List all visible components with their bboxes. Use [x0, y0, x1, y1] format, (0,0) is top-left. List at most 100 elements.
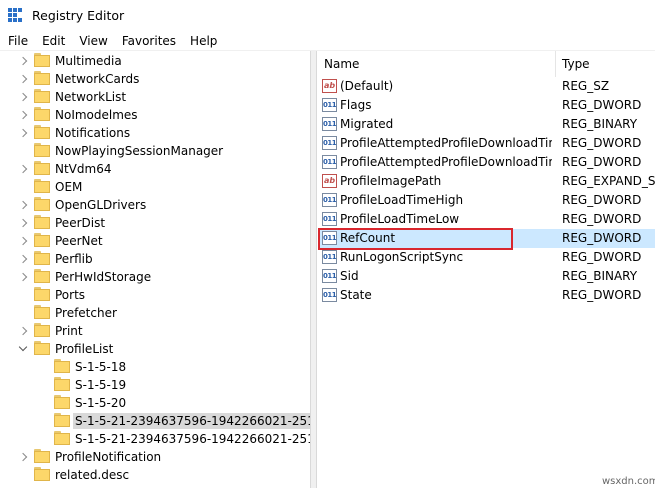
- value-row[interactable]: 011 ProfileAttemptedProfileDownloadTim...…: [318, 153, 655, 172]
- tree-item[interactable]: Ports: [0, 286, 310, 304]
- value-type: REG_SZ: [562, 79, 610, 93]
- registry-key-tree[interactable]: Multimedia NetworkCards NetworkList NoImode…: [0, 51, 311, 488]
- folder-icon: [34, 143, 50, 157]
- tree-item[interactable]: PerHwIdStorage: [0, 268, 310, 286]
- tree-item[interactable]: NoImodelmes: [0, 106, 310, 124]
- chevron-right-icon[interactable]: [18, 74, 28, 84]
- value-name: State: [340, 288, 372, 302]
- chevron-right-icon[interactable]: [18, 92, 28, 102]
- folder-icon: [54, 359, 70, 373]
- tree-item-label: PeerNet: [55, 234, 103, 248]
- folder-icon: [34, 107, 50, 121]
- menu-view[interactable]: View: [72, 31, 114, 51]
- tree-item-label: ProfileNotification: [55, 450, 162, 464]
- tree-item[interactable]: ProfileNotification: [0, 448, 310, 466]
- chevron-right-icon[interactable]: [18, 218, 28, 228]
- value-name: ProfileImagePath: [340, 174, 442, 188]
- menu-favorites[interactable]: Favorites: [115, 31, 183, 51]
- menu-edit[interactable]: Edit: [35, 31, 72, 51]
- tree-item[interactable]: Notifications: [0, 124, 310, 142]
- tree-item-label: PeerDist: [55, 216, 106, 230]
- string-value-icon: ab: [322, 79, 337, 93]
- title-bar: Registry Editor: [0, 0, 655, 31]
- column-header-type[interactable]: Type: [556, 51, 655, 77]
- value-row[interactable]: ab (Default) REG_SZ: [318, 77, 655, 96]
- pane-splitter[interactable]: [311, 51, 317, 488]
- annotation-highlight-box: [318, 228, 513, 250]
- value-name: Sid: [340, 269, 359, 283]
- chevron-right-icon[interactable]: [18, 452, 28, 462]
- folder-icon: [34, 341, 50, 355]
- tree-item[interactable]: S-1-5-21-2394637596-1942266021-2517166: [0, 430, 310, 448]
- value-row[interactable]: 011 ProfileLoadTimeHigh REG_DWORD: [318, 191, 655, 210]
- value-type: REG_DWORD: [562, 212, 642, 226]
- tree-item-label: S-1-5-21-2394637596-1942266021-2517166: [73, 413, 310, 429]
- chevron-right-icon[interactable]: [18, 326, 28, 336]
- tree-item-label: OEM: [55, 180, 83, 194]
- chevron-right-icon[interactable]: [18, 164, 28, 174]
- tree-item[interactable]: S-1-5-20: [0, 394, 310, 412]
- folder-icon: [34, 197, 50, 211]
- tree-item[interactable]: NtVdm64: [0, 160, 310, 178]
- value-row[interactable]: ab ProfileImagePath REG_EXPAND_SZ: [318, 172, 655, 191]
- value-row[interactable]: 011 RunLogonScriptSync REG_DWORD: [318, 248, 655, 267]
- folder-icon: [34, 233, 50, 247]
- chevron-right-icon[interactable]: [18, 254, 28, 264]
- value-row[interactable]: 011 Migrated REG_BINARY: [318, 115, 655, 134]
- binary-value-icon: 011: [322, 136, 337, 150]
- value-name: ProfileLoadTimeLow: [340, 212, 460, 226]
- value-row[interactable]: 011 ProfileLoadTimeLow REG_DWORD: [318, 210, 655, 229]
- chevron-right-icon[interactable]: [18, 110, 28, 120]
- tree-item[interactable]: Prefetcher: [0, 304, 310, 322]
- tree-item[interactable]: Print: [0, 322, 310, 340]
- tree-item[interactable]: NetworkCards: [0, 70, 310, 88]
- value-type: REG_DWORD: [562, 288, 642, 302]
- registry-value-list[interactable]: Name Type ab (Default) REG_SZ 011 Flags REG_D…: [318, 51, 655, 488]
- watermark: wsxdn.com: [602, 476, 655, 487]
- tree-item-label: PerHwIdStorage: [55, 270, 152, 284]
- tree-item[interactable]: OpenGLDrivers: [0, 196, 310, 214]
- value-name: ProfileLoadTimeHigh: [340, 193, 464, 207]
- tree-item[interactable]: PeerDist: [0, 214, 310, 232]
- tree-item[interactable]: NetworkList: [0, 88, 310, 106]
- chevron-right-icon[interactable]: [18, 272, 28, 282]
- tree-item-label: NoImodelmes: [55, 108, 138, 122]
- tree-item[interactable]: S-1-5-18: [0, 358, 310, 376]
- column-header-name[interactable]: Name: [318, 51, 556, 77]
- chevron-right-icon[interactable]: [18, 56, 28, 66]
- tree-item[interactable]: Multimedia: [0, 52, 310, 70]
- value-row[interactable]: 011 Sid REG_BINARY: [318, 267, 655, 286]
- tree-item[interactable]: Perflib: [0, 250, 310, 268]
- value-type: REG_DWORD: [562, 136, 642, 150]
- tree-item-label: S-1-5-21-2394637596-1942266021-2517166: [75, 432, 310, 446]
- folder-icon: [34, 215, 50, 229]
- tree-item[interactable]: S-1-5-19: [0, 376, 310, 394]
- menu-help[interactable]: Help: [183, 31, 224, 51]
- tree-item[interactable]: related.desc: [0, 466, 310, 484]
- tree-item[interactable]: OEM: [0, 178, 310, 196]
- menu-bar: File Edit View Favorites Help: [0, 31, 655, 51]
- value-type: REG_DWORD: [562, 250, 642, 264]
- tree-item-label: NetworkCards: [55, 72, 140, 86]
- value-row[interactable]: 011 Flags REG_DWORD: [318, 96, 655, 115]
- folder-icon: [34, 161, 50, 175]
- chevron-right-icon[interactable]: [18, 200, 28, 210]
- folder-icon: [34, 251, 50, 265]
- chevron-right-icon[interactable]: [18, 128, 28, 138]
- chevron-down-icon[interactable]: [18, 342, 28, 352]
- tree-item[interactable]: S-1-5-21-2394637596-1942266021-2517166: [0, 412, 310, 430]
- folder-icon: [34, 71, 50, 85]
- value-row[interactable]: 011 State REG_DWORD: [318, 286, 655, 305]
- tree-item[interactable]: NowPlayingSessionManager: [0, 142, 310, 160]
- folder-icon: [54, 395, 70, 409]
- chevron-right-icon[interactable]: [18, 236, 28, 246]
- value-name: RunLogonScriptSync: [340, 250, 464, 264]
- folder-icon: [34, 449, 50, 463]
- value-name: (Default): [340, 79, 394, 93]
- menu-file[interactable]: File: [0, 31, 35, 51]
- value-row[interactable]: 011 ProfileAttemptedProfileDownloadTim...…: [318, 134, 655, 153]
- folder-icon: [34, 89, 50, 103]
- tree-item-label: NtVdm64: [55, 162, 112, 176]
- tree-item[interactable]: PeerNet: [0, 232, 310, 250]
- tree-item[interactable]: ProfileList: [0, 340, 310, 358]
